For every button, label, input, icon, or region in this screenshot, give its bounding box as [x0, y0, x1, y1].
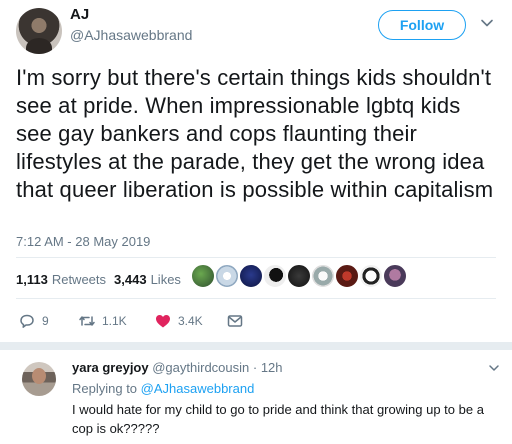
reply-author-avatar[interactable] [22, 362, 56, 396]
tweet-timestamp[interactable]: 7:12 AM - 28 May 2019 [16, 234, 150, 249]
reply-icon [20, 314, 34, 328]
chevron-down-icon[interactable] [488, 362, 500, 374]
liker-avatar[interactable] [286, 263, 312, 289]
retweet-count: 1.1K [102, 314, 127, 328]
replying-to: Replying to @AJhasawebbrand [72, 381, 254, 396]
retweet-icon [79, 316, 95, 326]
reply-button[interactable]: 9 [18, 312, 64, 330]
retweets-count: 1,113 [16, 272, 48, 287]
tweet-actions: 9 1.1K 3.4K [18, 312, 250, 330]
retweet-button[interactable]: 1.1K [78, 312, 154, 330]
author-handle[interactable]: @AJhasawebbrand [70, 27, 192, 43]
like-count: 3.4K [178, 314, 203, 328]
replying-to-mention[interactable]: @AJhasawebbrand [141, 381, 255, 396]
reply-author-handle[interactable]: @gaythirdcousin [152, 360, 249, 375]
retweets-label: Retweets [51, 272, 107, 287]
liker-avatar[interactable] [238, 263, 264, 289]
liker-avatar[interactable] [358, 263, 384, 289]
envelope-icon [227, 315, 243, 327]
likes-label: Likes [150, 272, 181, 287]
reply-time[interactable]: · 12h [253, 360, 283, 375]
follow-button[interactable]: Follow [378, 10, 466, 40]
liker-avatar[interactable] [334, 263, 360, 289]
like-button[interactable]: 3.4K [154, 312, 226, 330]
liker-avatar[interactable] [382, 263, 408, 289]
reply-count: 9 [42, 314, 49, 328]
section-separator [0, 342, 512, 350]
likes-stat[interactable]: 3,443 Likes [114, 272, 181, 287]
divider [16, 257, 496, 258]
liker-avatar[interactable] [190, 263, 216, 289]
author-display-name[interactable]: AJ [70, 6, 89, 23]
liker-avatar[interactable] [310, 263, 336, 289]
reply-author-name[interactable]: yara greyjoy [72, 360, 149, 375]
liker-avatar[interactable] [262, 263, 288, 289]
replying-to-prefix: Replying to [72, 381, 138, 396]
liker-avatar[interactable] [214, 263, 240, 289]
retweets-stat[interactable]: 1,113 Retweets [16, 272, 106, 287]
liker-avatars [190, 263, 408, 289]
chevron-down-icon[interactable] [480, 16, 494, 30]
likes-count: 3,443 [114, 272, 147, 287]
tweet-stats: 1,113 Retweets 3,443 Likes [16, 272, 189, 287]
reply-text: I would hate for my child to go to pride… [72, 402, 484, 436]
reply-header: yara greyjoy @gaythirdcousin · 12h [72, 360, 283, 375]
tweet-text: I'm sorry but there's certain things kid… [16, 65, 494, 202]
author-avatar[interactable] [16, 8, 62, 54]
heart-icon [156, 315, 170, 328]
direct-message-button[interactable] [226, 312, 250, 330]
divider [16, 298, 496, 299]
